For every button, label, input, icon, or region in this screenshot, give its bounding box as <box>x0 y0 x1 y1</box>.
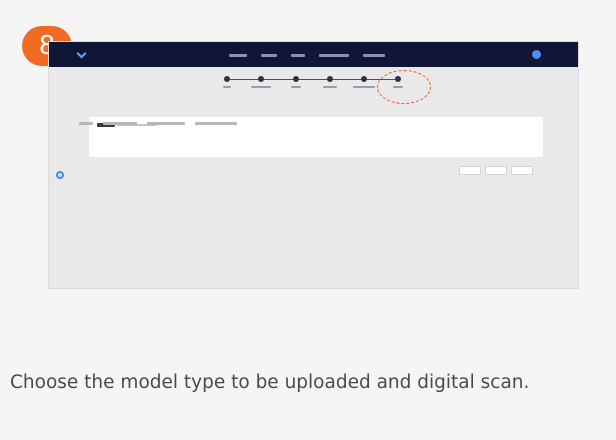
stepper-label <box>291 86 301 88</box>
next-button[interactable] <box>485 166 507 175</box>
top-nav-menu <box>229 51 385 59</box>
action-buttons <box>459 166 533 175</box>
model-type-option[interactable] <box>103 122 137 125</box>
user-avatar-icon[interactable] <box>532 50 541 59</box>
stepper-label <box>223 86 231 88</box>
nav-item[interactable] <box>261 54 277 57</box>
stepper-step <box>361 76 367 82</box>
nav-item[interactable] <box>319 54 349 57</box>
stepper-step <box>293 76 299 82</box>
nav-item[interactable] <box>229 54 247 57</box>
finish-button[interactable] <box>511 166 533 175</box>
back-button[interactable] <box>459 166 481 175</box>
nav-item[interactable] <box>291 54 305 57</box>
model-type-options <box>79 122 237 125</box>
model-type-option[interactable] <box>147 122 185 125</box>
top-navigation-bar <box>49 42 578 67</box>
stepper-label <box>323 86 337 88</box>
highlight-circle <box>377 70 431 104</box>
model-type-option[interactable] <box>195 122 237 125</box>
stepper-step <box>258 76 264 82</box>
stepper-line <box>227 79 399 80</box>
stepper-label <box>251 86 271 88</box>
stepper-label <box>353 86 375 88</box>
model-type-label <box>79 122 93 125</box>
stepper-step <box>327 76 333 82</box>
stepper-step <box>224 76 230 82</box>
app-screenshot <box>48 41 579 289</box>
circle-icon[interactable] <box>56 171 64 179</box>
instruction-caption: Choose the model type to be uploaded and… <box>10 372 530 393</box>
nav-item[interactable] <box>363 54 385 57</box>
tutorial-page: 8 Choose the model type to be uploaded a… <box>0 0 616 440</box>
app-logo-icon <box>76 48 87 59</box>
